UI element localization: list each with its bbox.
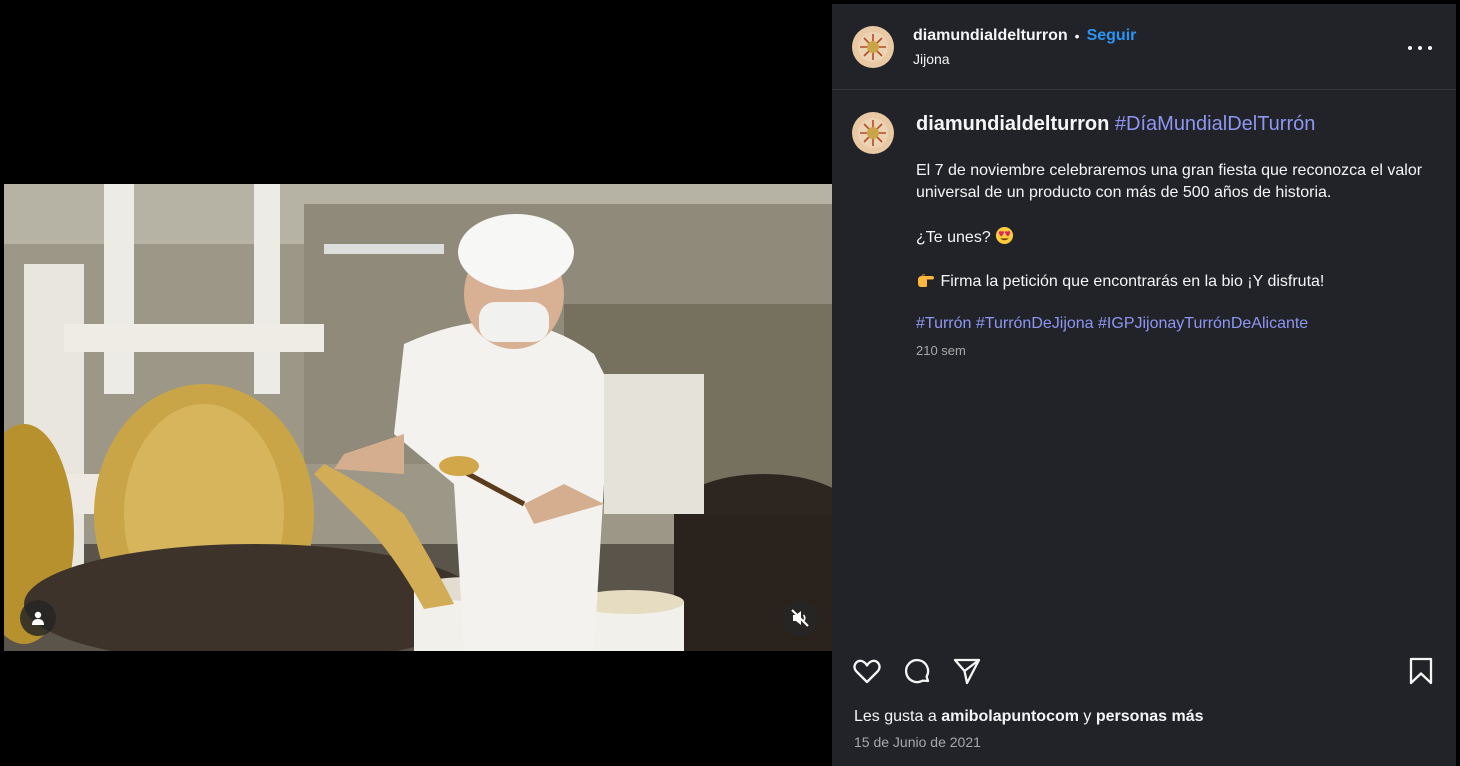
hashtag-link[interactable]: #IGPJijonayTurrónDeAlicante bbox=[1098, 315, 1308, 332]
comment-icon[interactable] bbox=[902, 656, 932, 686]
pointing-right-emoji bbox=[918, 274, 934, 287]
post-date[interactable]: 15 de Junio de 2021 bbox=[854, 734, 981, 750]
location-link[interactable]: Jijona bbox=[913, 51, 1136, 67]
media-pane bbox=[0, 0, 832, 766]
heart-icon[interactable] bbox=[852, 656, 882, 686]
post-video[interactable] bbox=[4, 184, 832, 651]
avatar[interactable] bbox=[852, 25, 894, 68]
caption-avatar[interactable] bbox=[852, 112, 894, 154]
caption-hashtags: #Turrón #TurrónDeJijona #IGPJijonayTurró… bbox=[916, 315, 1432, 333]
user-icon bbox=[32, 611, 44, 625]
muted-speaker-icon bbox=[791, 609, 809, 627]
send-icon[interactable] bbox=[952, 656, 982, 686]
brand-logo-icon bbox=[858, 31, 888, 62]
caption-paragraph-2: ¿Te unes? bbox=[916, 226, 1432, 249]
brand-logo-icon bbox=[858, 118, 888, 148]
hashtag-link[interactable]: #TurrónDeJijona bbox=[976, 315, 1094, 332]
tagged-users-button[interactable] bbox=[20, 600, 56, 636]
post-details-panel: diamundialdelturron • Seguir Jijona diam bbox=[832, 4, 1456, 766]
caption-head-hashtag[interactable]: #DíaMundialDelTurrón bbox=[1115, 113, 1315, 135]
likes-others-link[interactable]: personas más bbox=[1096, 708, 1204, 725]
likes-summary: Les gusta a amibolapuntocom y personas m… bbox=[854, 708, 1203, 726]
caption-username-link[interactable]: diamundialdelturron bbox=[916, 113, 1109, 135]
caption-body: diamundialdelturron #DíaMundialDelTurrón… bbox=[916, 110, 1432, 358]
username-link[interactable]: diamundialdelturron bbox=[913, 27, 1068, 45]
hashtag-link[interactable]: #Turrón bbox=[916, 315, 971, 332]
post-actions-bar bbox=[852, 656, 1436, 686]
mute-toggle-button[interactable] bbox=[782, 600, 818, 636]
more-options-icon[interactable] bbox=[1408, 38, 1432, 58]
bookmark-icon[interactable] bbox=[1406, 656, 1436, 686]
separator-dot: • bbox=[1074, 27, 1080, 44]
caption-paragraph-3-text: Firma la petición que encontrarás en la … bbox=[940, 273, 1325, 290]
likes-conjunction: y bbox=[1083, 708, 1092, 725]
caption-paragraph-3: Firma la petición que encontrarás en la … bbox=[916, 271, 1432, 293]
follow-button[interactable]: Seguir bbox=[1087, 27, 1137, 45]
video-frame-turron-factory bbox=[4, 184, 832, 651]
caption-paragraph-1: El 7 de noviembre celebraremos una gran … bbox=[916, 162, 1423, 201]
caption-age[interactable]: 210 sem bbox=[916, 343, 1432, 358]
likes-prefix: Les gusta a bbox=[854, 708, 937, 725]
liker-username-link[interactable]: amibolapuntocom bbox=[941, 708, 1079, 725]
heart-eyes-emoji bbox=[996, 226, 1014, 245]
post-caption: diamundialdelturron #DíaMundialDelTurrón… bbox=[852, 110, 1432, 358]
caption-paragraph-2-text: ¿Te unes? bbox=[916, 229, 991, 246]
post-header: diamundialdelturron • Seguir Jijona bbox=[832, 4, 1456, 90]
header-text: diamundialdelturron • Seguir Jijona bbox=[913, 27, 1136, 67]
